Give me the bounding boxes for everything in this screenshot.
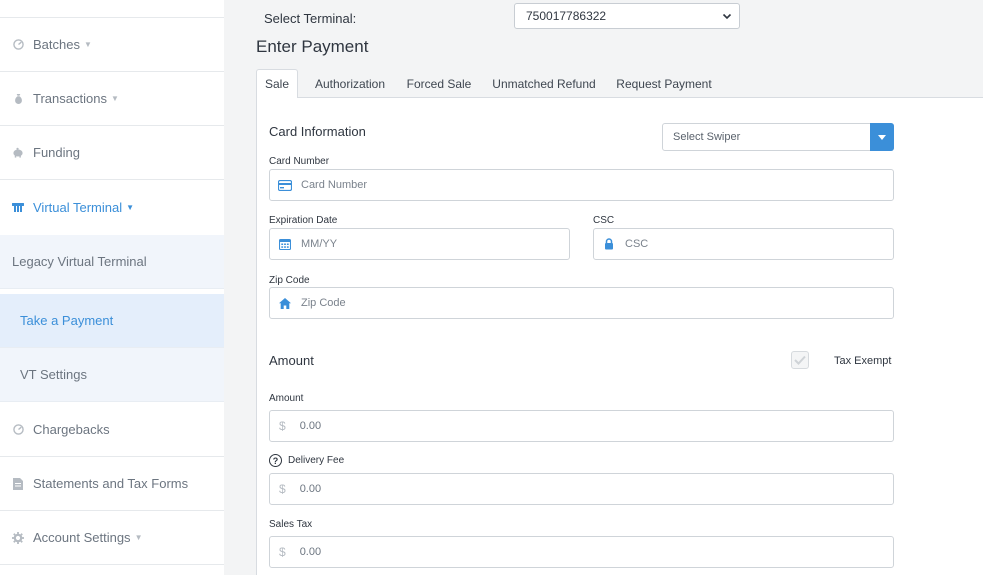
sidebar-item-label: Account Settings xyxy=(33,530,131,545)
tab-label: Sale xyxy=(264,77,290,91)
dollar-icon: $ xyxy=(279,419,286,433)
sales-tax-value: 0.00 xyxy=(299,546,322,558)
money-bag-icon xyxy=(12,93,24,105)
sidebar-subitem-label: Legacy Virtual Terminal xyxy=(12,254,147,269)
sidebar-item-transactions[interactable]: Transactions ▼ xyxy=(0,72,224,126)
csc-label: CSC xyxy=(593,215,615,226)
document-icon xyxy=(12,477,24,490)
caret-down-icon: ▼ xyxy=(110,94,119,103)
card-number-label: Card Number xyxy=(269,156,330,167)
sidebar-item-label: Virtual Terminal xyxy=(33,199,123,215)
dashboard-icon xyxy=(12,424,24,436)
checkmark-icon xyxy=(794,355,806,365)
delivery-fee-value: 0.00 xyxy=(299,483,322,495)
zip-code-label: Zip Code xyxy=(269,275,310,286)
expiration-date-input[interactable]: MM/YY xyxy=(269,228,570,260)
home-icon xyxy=(278,296,292,310)
zip-code-input[interactable]: Zip Code xyxy=(269,287,894,319)
delivery-fee-label-row: ? Delivery Fee xyxy=(269,454,344,467)
csc-placeholder: CSC xyxy=(625,238,649,250)
piggy-bank-icon xyxy=(12,147,24,159)
sidebar-subitem-label: VT Settings xyxy=(20,367,87,382)
expiration-date-label: Expiration Date xyxy=(269,215,338,226)
select-swiper-dropdown[interactable]: Select Swiper xyxy=(662,123,894,151)
dashboard-icon xyxy=(12,39,24,51)
tab-forced-sale[interactable]: Forced Sale xyxy=(402,69,476,98)
gear-icon xyxy=(12,531,24,544)
chevron-down-icon xyxy=(722,13,732,20)
sidebar-item-label: Transactions xyxy=(33,91,107,106)
tab-label: Request Payment xyxy=(616,76,712,91)
sidebar-subitem-take-a-payment[interactable]: Take a Payment xyxy=(0,294,224,348)
swiper-placeholder: Select Swiper xyxy=(673,131,741,143)
sidebar-item-label: Statements and Tax Forms xyxy=(33,476,189,491)
tax-exempt-label: Tax Exempt xyxy=(834,355,892,367)
sidebar-item-account-settings[interactable]: Account Settings ▼ xyxy=(0,511,224,565)
delivery-fee-label: Delivery Fee xyxy=(288,455,345,466)
select-terminal-label: Select Terminal: xyxy=(264,11,357,26)
payment-tabs: Sale Authorization Forced Sale Unmatched… xyxy=(256,69,983,99)
tab-authorization[interactable]: Authorization xyxy=(306,69,394,98)
dollar-icon: $ xyxy=(279,482,286,496)
csc-input[interactable]: CSC xyxy=(593,228,894,260)
sidebar-item-label: Funding xyxy=(33,145,80,160)
delivery-fee-input[interactable]: $ 0.00 xyxy=(269,473,894,505)
tab-label: Forced Sale xyxy=(406,76,472,91)
tab-unmatched-refund[interactable]: Unmatched Refund xyxy=(488,69,600,98)
sidebar-item-chargebacks[interactable]: Chargebacks xyxy=(0,403,224,457)
tab-request-payment[interactable]: Request Payment xyxy=(612,69,716,98)
terminal-select[interactable]: 750017786322 xyxy=(514,3,740,29)
amount-section-title: Amount xyxy=(269,353,314,368)
sidebar-item-label: Batches xyxy=(33,37,80,52)
lock-icon xyxy=(602,237,616,251)
terminal-select-value: 750017786322 xyxy=(526,9,607,23)
amount-input[interactable]: $ 0.00 xyxy=(269,410,894,442)
tab-label: Unmatched Refund xyxy=(492,76,596,91)
terminal-icon xyxy=(12,201,24,213)
amount-label: Amount xyxy=(269,393,304,404)
calendar-icon xyxy=(278,237,292,251)
question-circle-icon[interactable]: ? xyxy=(269,454,282,467)
caret-down-icon: ▼ xyxy=(126,202,135,212)
swiper-dropdown-button[interactable] xyxy=(870,123,894,151)
sidebar: Batches ▼ Transactions ▼ Funding Virtual… xyxy=(0,0,224,575)
sales-tax-input[interactable]: $ 0.00 xyxy=(269,536,894,568)
sidebar-item-batches[interactable]: Batches ▼ xyxy=(0,18,224,72)
zip-code-placeholder: Zip Code xyxy=(301,297,346,309)
card-number-placeholder: Card Number xyxy=(301,179,368,191)
sidebar-item-label: Chargebacks xyxy=(33,422,110,437)
sidebar-item-funding[interactable]: Funding xyxy=(0,126,224,180)
sidebar-subitem-vt-settings[interactable]: VT Settings xyxy=(0,348,224,402)
sales-tax-label: Sales Tax xyxy=(269,519,313,530)
caret-down-icon xyxy=(878,134,886,140)
sidebar-item-statements[interactable]: Statements and Tax Forms xyxy=(0,457,224,511)
expiration-date-placeholder: MM/YY xyxy=(301,238,338,250)
tax-exempt-checkbox[interactable] xyxy=(791,351,809,369)
credit-card-icon xyxy=(278,178,292,192)
sidebar-subitem-label: Take a Payment xyxy=(20,313,114,328)
sidebar-item-virtual-terminal[interactable]: Virtual Terminal ▼ xyxy=(0,180,224,234)
page-title: Enter Payment xyxy=(256,37,369,56)
dollar-icon: $ xyxy=(279,545,286,559)
amount-value: 0.00 xyxy=(299,420,322,432)
sidebar-subitem-legacy-virtual-terminal[interactable]: Legacy Virtual Terminal xyxy=(0,235,224,289)
caret-down-icon: ▼ xyxy=(134,533,143,542)
tab-label: Authorization xyxy=(314,76,386,91)
caret-down-icon: ▼ xyxy=(83,40,92,49)
card-information-title: Card Information xyxy=(269,124,366,139)
card-number-input[interactable]: Card Number xyxy=(269,169,894,201)
tab-sale[interactable]: Sale xyxy=(256,69,298,99)
sidebar-gutter xyxy=(224,0,256,575)
